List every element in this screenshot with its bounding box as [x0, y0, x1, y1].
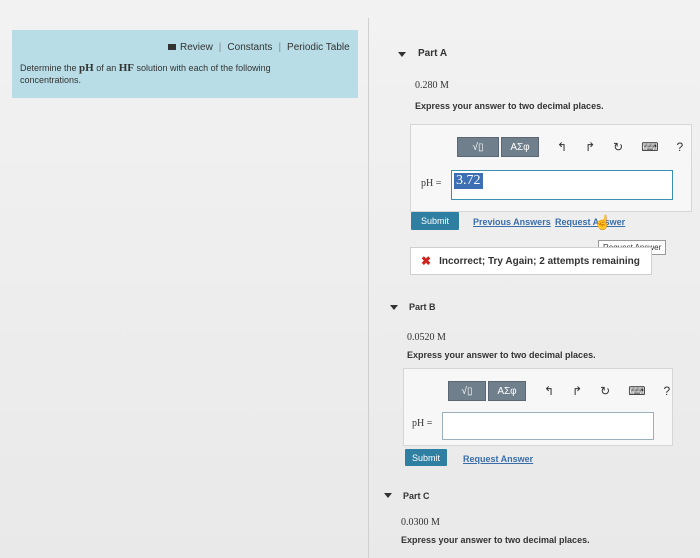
- caret-down-icon[interactable]: [390, 305, 398, 310]
- undo-icon[interactable]: ↰: [544, 384, 554, 398]
- caret-down-icon[interactable]: [384, 493, 392, 498]
- part-a-feedback: ✖ Incorrect; Try Again; 2 attempts remai…: [410, 247, 652, 275]
- part-a-concentration: 0.280 M: [415, 80, 449, 91]
- part-b-request-answer-link[interactable]: Request Answer: [463, 454, 533, 464]
- reset-icon[interactable]: ↻: [613, 140, 623, 154]
- templates-button[interactable]: √▯: [448, 381, 486, 401]
- part-c-title[interactable]: Part C: [403, 491, 430, 501]
- part-a-submit-button[interactable]: Submit: [411, 212, 459, 230]
- part-c-concentration: 0.0300 M: [401, 517, 440, 528]
- redo-icon[interactable]: ↱: [572, 384, 582, 398]
- feedback-text: Incorrect; Try Again; 2 attempts remaini…: [439, 255, 640, 267]
- part-b-instruction: Express your answer to two decimal place…: [407, 350, 596, 360]
- caret-down-icon[interactable]: [398, 52, 406, 57]
- review-link[interactable]: Review: [180, 42, 213, 53]
- undo-icon[interactable]: ↰: [557, 140, 567, 154]
- page: Review | Constants | Periodic Table Determin…: [0, 0, 700, 558]
- keyboard-icon[interactable]: ⌨: [628, 384, 645, 398]
- part-b-toolbar: √▯ ΑΣφ ↰ ↱ ↻ ⌨ ?: [448, 381, 670, 401]
- column-divider: [368, 18, 369, 558]
- part-a-title[interactable]: Part A: [418, 48, 447, 59]
- part-a-instruction: Express your answer to two decimal place…: [415, 101, 604, 111]
- problem-text: Determine the: [20, 63, 80, 73]
- part-c-instruction: Express your answer to two decimal place…: [401, 535, 590, 545]
- part-a-toolbar: √▯ ΑΣφ ↰ ↱ ↻ ⌨ ?: [457, 137, 683, 157]
- templates-button[interactable]: √▯: [457, 137, 499, 157]
- part-b-concentration: 0.0520 M: [407, 332, 446, 343]
- resource-links: Review | Constants | Periodic Table: [168, 42, 350, 53]
- separator: |: [278, 42, 282, 53]
- part-a-request-answer-link[interactable]: Request Answer: [555, 217, 625, 227]
- part-a-answer-input[interactable]: 3.72: [451, 170, 673, 200]
- hand-pointer-icon: ☝: [594, 214, 612, 230]
- part-a-ph-label: pH =: [421, 178, 442, 189]
- keyboard-icon[interactable]: ⌨: [641, 140, 658, 154]
- part-b-submit-button[interactable]: Submit: [405, 449, 447, 466]
- periodic-table-link[interactable]: Periodic Table: [287, 42, 350, 53]
- ph-term: pH: [79, 62, 94, 74]
- problem-statement: Determine the pH of an HF solution with …: [20, 62, 320, 86]
- part-b-answer-input[interactable]: [442, 412, 654, 440]
- redo-icon[interactable]: ↱: [585, 140, 595, 154]
- greek-letters-button[interactable]: ΑΣφ: [488, 381, 526, 401]
- constants-link[interactable]: Constants: [227, 42, 272, 53]
- help-icon[interactable]: ?: [664, 384, 671, 398]
- problem-text: of an: [93, 63, 119, 73]
- separator: |: [218, 42, 222, 53]
- part-b-title[interactable]: Part B: [409, 302, 436, 312]
- previous-answers-link[interactable]: Previous Answers: [473, 217, 551, 227]
- answer-value[interactable]: 3.72: [454, 173, 483, 189]
- hf-term: HF: [118, 62, 135, 74]
- greek-letters-button[interactable]: ΑΣφ: [501, 137, 539, 157]
- part-b-ph-label: pH =: [412, 418, 433, 429]
- help-icon[interactable]: ?: [677, 140, 684, 154]
- reset-icon[interactable]: ↻: [600, 384, 610, 398]
- book-icon: [168, 44, 176, 51]
- x-icon: ✖: [421, 254, 432, 268]
